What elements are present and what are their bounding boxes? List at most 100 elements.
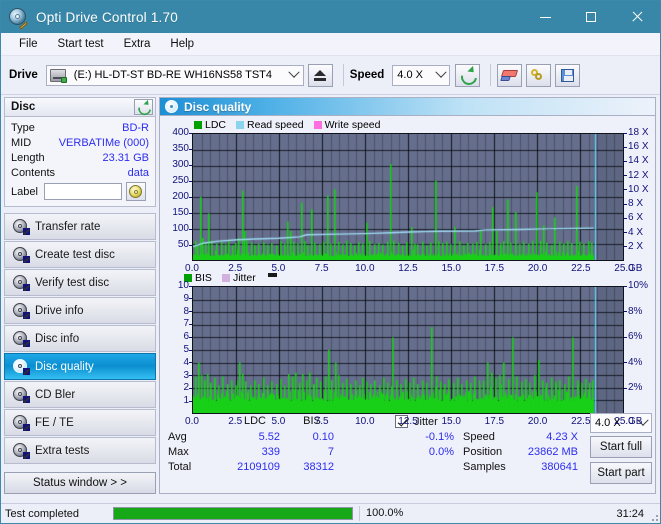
x-axis-tick-label: 12.5 [398,416,418,427]
y-axis-tick [189,285,192,287]
start-part-button[interactable]: Start part [590,462,652,484]
speed-result-label: Speed [463,431,495,443]
x-axis-tick-label: 15.0 [441,416,461,427]
y-axis-tick-label: 5 [183,344,189,355]
x-axis-tick-label: 10.0 [355,263,375,274]
y-axis-tick-label: 2 [183,382,189,394]
status-bar: Test completed 100.0% 31:24 [1,503,660,523]
y-axis-tick-label: 400 [172,127,189,138]
disc-rate-icon [12,218,30,235]
jitter-value-1: -0.1% [425,431,454,443]
close-icon [631,11,643,23]
sidebar-item-drive-info[interactable]: Drive info [4,297,156,324]
y-axis-tick-label: 100 [172,223,189,234]
minimize-button[interactable] [522,1,568,33]
disc-row-type: Type BD-R [11,120,149,135]
refresh-button[interactable] [455,63,481,87]
resize-grip-icon[interactable] [648,511,658,521]
disc-row-contents: Contents data [11,165,149,180]
sidebar-item-disc-info[interactable]: Disc info [4,325,156,352]
sidebar-item-label: Verify test disc [35,276,110,289]
disc-quality-charts: LDC Read speed Write speed BIS Jitter LD… [159,116,656,494]
y-axis-tick-label: 3 [183,369,189,381]
erase-button[interactable] [497,63,523,87]
main-panel: Disc quality LDC Read speed Write speed … [159,95,660,494]
y-axis-tick [189,311,192,313]
start-full-button[interactable]: Start full [590,436,652,458]
disc-label-button[interactable] [125,182,146,201]
y-axis-tick-label: 150 [172,207,189,218]
speed-select[interactable]: 4.0 X [392,64,451,86]
save-button[interactable] [555,63,581,87]
y-axis-tick [189,196,192,198]
disc-mid-value: VERBATIMe (000) [58,136,149,149]
legend-swatch-write-speed [313,121,322,129]
menu-start-test[interactable]: Start test [48,36,114,52]
x-axis-tick-label: 10.0 [355,416,375,427]
app-disc-icon [9,8,28,30]
disc-length-value: 23.31 GB [102,151,149,164]
menu-bar: File Start test Extra Help [1,33,660,56]
menu-help[interactable]: Help [160,36,204,52]
refresh-icon [460,68,475,83]
y-axis-tick-label: 50 [177,239,189,250]
speed-result-value: 4.23 X [546,431,578,443]
menu-file[interactable]: File [9,36,48,52]
x-axis-tick-label: 5.0 [271,263,286,274]
bis-plot-canvas [193,287,623,413]
y-axis-tick [189,148,192,150]
sidebar-item-create-test-disc[interactable]: Create test disc [4,241,156,268]
x-axis-tick-label: 5.0 [271,416,286,427]
sidebar-item-verify-test-disc[interactable]: Verify test disc [4,269,156,296]
x-axis-tick-label: 15.0 [441,263,461,274]
y-axis-tick [189,298,192,300]
legend-swatch-read-speed [236,121,245,129]
disc-label-row: Label [11,182,149,201]
drive-label: Drive [9,69,38,81]
y2-axis-tick-label: 4 X [628,226,644,238]
disc-label-label: Label [11,185,38,198]
y-axis-tick [189,164,192,166]
y2-axis-tick-label: 8 X [628,198,644,210]
x-axis-tick-label: 0.0 [185,263,199,274]
menu-extra[interactable]: Extra [114,36,161,52]
page-title: Disc quality [184,99,252,114]
sidebar-item-extra-tests[interactable]: Extra tests [4,437,156,464]
value-total-bis: 38312 [303,461,334,473]
y-axis-tick-label: 250 [172,175,189,186]
sidebar-item-cd-bler[interactable]: CD Bler [4,381,156,408]
legend-ldc: LDC [194,119,226,131]
disc-create-icon [12,246,30,263]
legend-label-write-speed: Write speed [324,119,381,131]
y2-axis-tick [624,203,627,205]
eject-button[interactable] [307,63,333,87]
close-button[interactable] [614,1,660,33]
y-axis-tick [189,387,192,389]
disc-label-input[interactable] [43,183,122,200]
legend-read-speed: Read speed [236,119,304,131]
disc-refresh-button[interactable] [134,99,153,115]
test-nav-list: Transfer rate Create test disc Verify te… [4,213,156,464]
progress-percent: 100.0% [359,506,426,521]
sidebar-item-transfer-rate[interactable]: Transfer rate [4,213,156,240]
status-window-button[interactable]: Status window > > [4,472,156,494]
drive-select[interactable]: (E:) HL-DT-ST BD-RE WH16NS58 TST4 [45,64,304,86]
value-total-ldc: 2109109 [237,461,280,473]
extra-tests-icon [12,442,30,459]
disc-panel-title: Disc [11,101,36,113]
drive-select-value: (E:) HL-DT-ST BD-RE WH16NS58 TST4 [73,69,273,81]
y-axis-tick-label: 9 [183,292,189,304]
maximize-button[interactable] [568,1,614,33]
keys-button[interactable] [526,63,552,87]
speed-label: Speed [349,69,385,81]
y2-axis-tick [624,146,627,148]
y2-axis-tick-label: 14 X [628,155,649,167]
disc-mid-label: MID [11,136,32,149]
sidebar-item-disc-quality[interactable]: Disc quality [4,353,156,380]
sidebar-item-fe-te[interactable]: FE / TE [4,409,156,436]
ldc-plot-area [192,133,624,261]
y-axis-tick [189,212,192,214]
disc-type-value: BD-R [122,121,149,134]
y-axis-tick [189,375,192,377]
y2-axis-tick-label: 2% [628,382,643,394]
